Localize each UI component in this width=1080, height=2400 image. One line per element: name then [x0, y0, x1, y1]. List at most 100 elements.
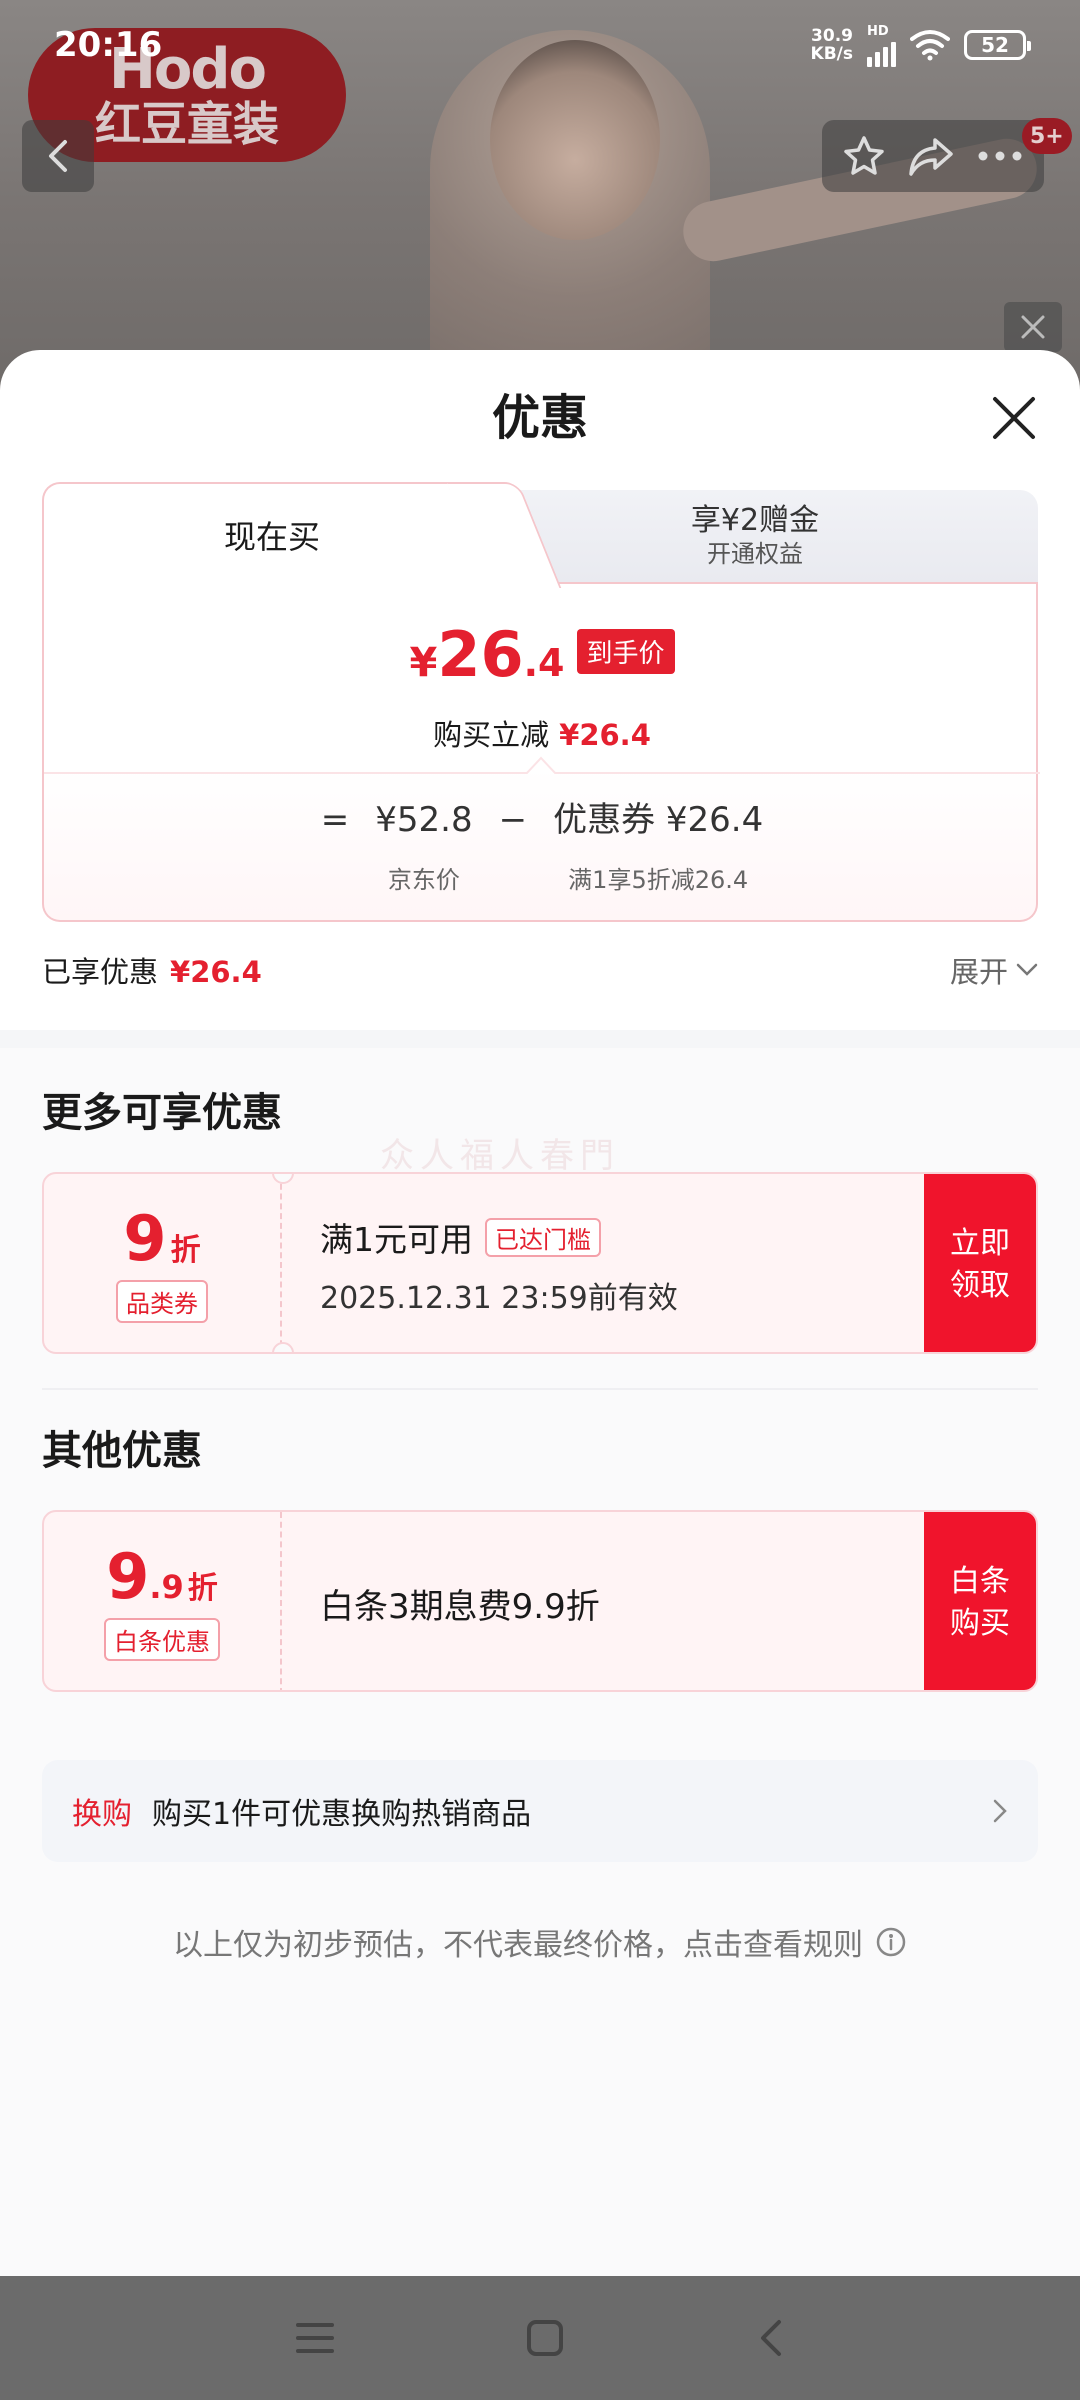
message-badge: 5+: [1022, 118, 1072, 154]
signal-icon: [867, 39, 896, 67]
info-icon[interactable]: [875, 1926, 907, 1958]
disclaimer-text: 以上仅为初步预估，不代表最终价格，点击查看规则: [173, 1928, 863, 1963]
formula-coupon: 优惠券 ¥26.4 满1享5折减26.4: [553, 798, 763, 895]
section-separator: [0, 1030, 1080, 1048]
tab-buy-now-label: 现在买: [223, 518, 320, 556]
coupon-discount-unit: 折: [187, 1570, 218, 1606]
expand-button[interactable]: 展开: [950, 949, 1038, 991]
share-icon[interactable]: [907, 134, 955, 178]
enjoyed-discount-label: 已享优惠: [42, 955, 159, 989]
tab-gift-money-title: 享¥2赠金: [690, 503, 820, 538]
discount-sheet: 优惠 享¥2赠金 开通权益 现在买 ¥ 26 .4 到手价 购买立减 ¥26.4…: [0, 350, 1080, 2276]
tab-gift-money[interactable]: 享¥2赠金 开通权益: [472, 490, 1038, 582]
back-button[interactable]: [22, 120, 94, 192]
exchange-tag: 换购: [72, 1797, 132, 1832]
final-price-row: ¥ 26 .4 到手价: [44, 624, 1040, 686]
section-divider: [42, 1388, 1038, 1390]
sheet-close-button[interactable]: [986, 390, 1042, 446]
more-icon[interactable]: [976, 149, 1024, 163]
coupon-value: 优惠券 ¥26.4: [553, 800, 764, 840]
close-icon: [993, 397, 1035, 439]
network-speed-value: 30.9: [811, 26, 853, 46]
hd-label: HD: [867, 23, 889, 39]
chevron-right-icon: [993, 1799, 1007, 1823]
final-price: ¥ 26 .4: [409, 618, 565, 691]
status-indicators: 30.9 KB/s HD 52: [811, 24, 1031, 67]
instant-discount-value: ¥26.4: [559, 718, 651, 752]
network-speed-unit: KB/s: [810, 44, 853, 64]
back-nav-icon[interactable]: [755, 2318, 785, 2358]
close-icon: [1021, 315, 1045, 339]
coupon-discount-block: 9 折 品类券: [44, 1174, 282, 1352]
baitiao-coupon: 9 .9 折 白条优惠 白条3期息费9.9折 白条购买: [42, 1510, 1038, 1692]
baitiao-buy-button[interactable]: 白条购买: [924, 1512, 1036, 1690]
enjoyed-discount: 已享优惠 ¥26.4: [42, 949, 262, 991]
coupon-validity: 2025.12.31 23:59前有效: [320, 1281, 678, 1316]
sheet-header: 优惠: [0, 350, 1080, 476]
price-tabs: 享¥2赠金 开通权益 现在买: [42, 482, 1038, 586]
background-close-button[interactable]: [1004, 302, 1062, 352]
cellular-signal: HD: [867, 24, 896, 67]
coupon-discount-decimal: .9: [149, 1567, 184, 1606]
coupon-info: 满1元可用 已达门槛 2025.12.31 23:59前有效: [320, 1174, 678, 1352]
enjoyed-discount-value: ¥26.4: [170, 955, 262, 989]
tab-gift-money-subtitle: 开通权益: [707, 540, 803, 568]
coupon-rule: 满1享5折减26.4: [568, 866, 749, 894]
battery-level: 52: [981, 33, 1009, 57]
price-formula: = ¥52.8 京东价 − 优惠券 ¥26.4 满1享5折减26.4: [44, 798, 1040, 895]
formula-minus: −: [498, 800, 528, 840]
final-price-decimal: .4: [523, 641, 565, 685]
tab-buy-now[interactable]: 现在买: [42, 482, 502, 586]
status-time: 20:16: [54, 25, 163, 65]
top-action-group: [822, 120, 1044, 192]
coupon-category-badge: 白条优惠: [104, 1617, 220, 1661]
jd-price-label: 京东价: [387, 866, 460, 894]
coupon-condition-row: 满1元可用 已达门槛: [320, 1213, 678, 1261]
formula-jd-price: ¥52.8 京东价: [375, 798, 472, 895]
final-price-integer: 26: [437, 618, 524, 691]
divider-notch: [526, 756, 556, 774]
coupon-category-badge: 品类券: [116, 1279, 208, 1323]
coupon-discount-number: 9: [106, 1539, 150, 1613]
exchange-purchase-row[interactable]: 换购 购买1件可优惠换购热销商品: [42, 1760, 1038, 1862]
more-discounts-title: 更多可享优惠: [42, 1090, 282, 1136]
coupon-discount: 9 折: [123, 1201, 201, 1275]
coupon-discount: 9 .9 折: [106, 1539, 218, 1613]
coupon-discount-unit: 折: [170, 1232, 201, 1268]
coupon-discount-number: 9: [123, 1201, 167, 1275]
formula-equals: =: [320, 800, 350, 840]
wifi-icon: [910, 30, 950, 61]
final-price-tag: 到手价: [576, 629, 675, 674]
price-breakdown: ¥ 26 .4 到手价 购买立减 ¥26.4 = ¥52.8 京东价 − 优惠券…: [42, 582, 1040, 922]
status-bar: 20:16 30.9 KB/s HD 52: [0, 0, 1080, 90]
threshold-reached-badge: 已达门槛: [485, 1217, 601, 1257]
chevron-down-icon: [1016, 963, 1038, 976]
chevron-left-icon: [49, 140, 67, 172]
coupon-info: 白条3期息费9.9折: [320, 1512, 600, 1690]
sheet-title: 优惠: [491, 390, 588, 446]
exchange-text: 购买1件可优惠换购热销商品: [152, 1797, 532, 1832]
price-card: 享¥2赠金 开通权益 现在买 ¥ 26 .4 到手价 购买立减 ¥26.4 = …: [42, 482, 1040, 922]
expand-label: 展开: [949, 955, 1008, 989]
battery-icon: 52: [964, 30, 1031, 60]
watermark: 众人福人春門: [380, 1136, 620, 1176]
enjoyed-discount-row: 已享优惠 ¥26.4 展开: [42, 944, 1038, 996]
other-discounts-title: 其他优惠: [42, 1428, 202, 1474]
brand-logo-cn: 红豆童装: [95, 97, 279, 151]
network-speed: 30.9 KB/s: [811, 27, 853, 63]
home-icon[interactable]: [525, 2318, 565, 2358]
instant-discount-label: 购买立减: [433, 718, 550, 752]
instant-discount-row: 购买立减 ¥26.4: [44, 712, 1040, 754]
star-icon[interactable]: [842, 134, 886, 178]
menu-icon[interactable]: [295, 2321, 335, 2355]
system-nav-bar: [0, 2276, 1080, 2400]
final-price-currency: ¥: [409, 640, 438, 686]
category-coupon: 9 折 品类券 满1元可用 已达门槛 2025.12.31 23:59前有效 立…: [42, 1172, 1038, 1354]
claim-coupon-button[interactable]: 立即领取: [924, 1174, 1036, 1352]
coupon-condition: 满1元可用: [320, 1220, 473, 1259]
jd-price-value: ¥52.8: [375, 800, 473, 840]
baitiao-description: 白条3期息费9.9折: [320, 1586, 600, 1627]
coupon-discount-block: 9 .9 折 白条优惠: [44, 1512, 282, 1690]
disclaimer-row[interactable]: 以上仅为初步预估，不代表最终价格，点击查看规则: [0, 1920, 1080, 1964]
coupon-notch: [272, 1342, 294, 1352]
